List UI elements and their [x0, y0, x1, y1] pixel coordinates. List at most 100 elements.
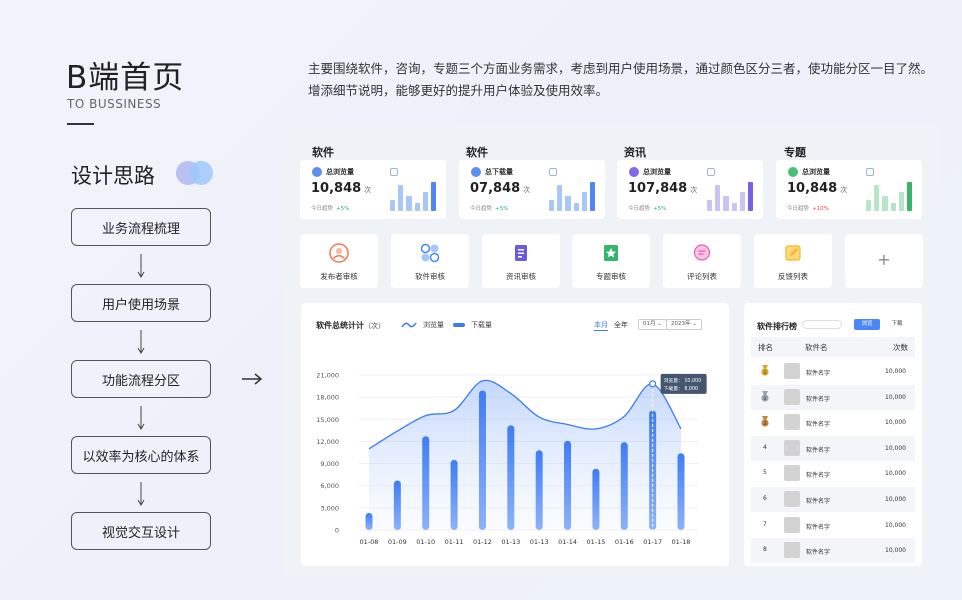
app-thumbnail [784, 491, 800, 507]
chart-icon [390, 168, 398, 176]
tile-feedback-list[interactable]: 反馈列表 [754, 234, 832, 288]
mini-bar [739, 192, 745, 211]
eye-icon [788, 167, 798, 177]
app-name: 软件名字 [806, 472, 831, 480]
tile-news-review[interactable]: 资讯审核 [482, 234, 560, 288]
table-row[interactable]: 3 软件名字 10,000 [751, 410, 915, 435]
page-title: B端首页 [66, 60, 185, 96]
mini-bar [906, 181, 913, 211]
y-tick-label: 9,000 [320, 460, 339, 468]
mini-bar-chart [549, 180, 596, 211]
mini-bar [866, 200, 872, 211]
search-input[interactable] [802, 320, 842, 329]
svg-text:3: 3 [764, 421, 767, 427]
table-row[interactable]: 4 软件名字 10,000 [751, 435, 915, 461]
tooltip-downloads: 下载量： 8,000 [664, 385, 698, 392]
tile-topic-review[interactable]: 专题审核 [572, 234, 650, 288]
medal-icon: 3 [761, 416, 769, 427]
x-tick-label: 01-13 [530, 538, 549, 546]
download-bar [393, 480, 401, 530]
category-label: 资讯 [624, 146, 646, 159]
app-count: 10,000 [885, 368, 906, 375]
tile-label: 反馈列表 [778, 272, 808, 281]
medal-icon: 1 [761, 365, 769, 376]
svg-text:2: 2 [764, 395, 767, 401]
app-thumbnail [784, 516, 800, 533]
mini-bar [390, 200, 396, 211]
mini-bar [882, 195, 888, 211]
ranking-title: 软件排行榜 [757, 322, 797, 331]
y-tick-label: 12,000 [316, 438, 339, 446]
y-tick-label: 6,000 [320, 482, 339, 490]
flow-step: 用户使用场景 [71, 284, 211, 322]
mini-bar [581, 192, 587, 211]
category-label: 软件 [312, 146, 334, 159]
tile-publisher-review[interactable]: 发布者审核 [300, 234, 378, 288]
app-thumbnail [784, 542, 800, 559]
mini-bar [573, 203, 579, 211]
mini-bar [565, 195, 571, 211]
app-count: 10,000 [885, 496, 906, 503]
x-tick-label: 01-09 [388, 538, 407, 546]
stat-value: 10,848 次 [787, 181, 848, 196]
app-count: 10,000 [885, 444, 906, 452]
mini-bar [874, 184, 880, 211]
app-name: 软件名字 [806, 395, 831, 403]
table-row[interactable]: 5 软件名字 10,000 [751, 461, 915, 486]
flow-step: 以效率为核心的体系 [71, 436, 211, 474]
rank-number: 7 [763, 520, 767, 528]
toggle-views-button[interactable]: 浏览 [854, 319, 880, 330]
app-name: 软件名字 [806, 421, 831, 429]
table-row[interactable]: 1 软件名字 10,000 [751, 359, 915, 384]
stat-card[interactable]: 总下载量 07,848 次 今日趋势 +5% [459, 160, 605, 219]
mini-bar-chart [390, 180, 437, 211]
mini-bar-chart [707, 180, 754, 211]
page-subtitle: TO BUSSINESS [67, 97, 162, 111]
x-tick-label: 01-13 [501, 538, 520, 546]
app-name: 软件名字 [806, 549, 831, 557]
app-thumbnail [784, 439, 800, 456]
stat-label: 总浏览量 [326, 168, 354, 176]
download-bar [592, 468, 600, 530]
app-name: 软件名字 [806, 498, 831, 505]
x-tick-label: 01-12 [473, 538, 492, 546]
user-icon [329, 243, 349, 263]
mini-bar [414, 203, 420, 211]
flow-step: 业务流程梳理 [71, 208, 211, 246]
mini-bar [430, 181, 437, 211]
stat-card[interactable]: 总浏览量 107,848 次 今日趋势 +5% [617, 160, 763, 219]
table-row[interactable]: 8 软件名字 10,000 [751, 538, 915, 564]
stat-value: 07,848 次 [470, 181, 531, 196]
tooltip-views: 浏览量： 10,000 [664, 377, 702, 384]
stat-card[interactable]: 总浏览量 10,848 次 今日趋势 +10% [776, 160, 922, 219]
app-count: 10,000 [885, 419, 906, 427]
add-tile-button[interactable]: + [845, 234, 923, 288]
table-row[interactable]: 2 软件名字 10,000 [751, 384, 915, 410]
tile-label: 软件审核 [415, 272, 445, 281]
mini-bar [747, 181, 754, 211]
mini-bar [890, 203, 896, 211]
download-bar [677, 453, 685, 530]
chart-plot: 0 3,000 6,000 9,000 12,000 15,000 18,000 21,000… [316, 372, 707, 546]
stat-trend: 今日趋势 +5% [470, 206, 509, 212]
table-row[interactable]: 7 软件名字 10,000 [751, 513, 915, 538]
col-name: 软件名 [805, 343, 828, 352]
y-tick-label: 21,000 [316, 372, 339, 380]
y-tick-label: 0 [335, 527, 339, 535]
app-count: 10,000 [885, 547, 906, 555]
mini-bar [422, 192, 428, 211]
intro-text: 主要围绕软件，咨询，专题三个方面业务需求，考虑到用户使用场景，通过颜色区分三者，… [308, 61, 934, 98]
mini-bar [723, 195, 729, 211]
table-row[interactable]: 6 软件名字 10,000 [751, 487, 915, 512]
col-count: 次数 [893, 343, 908, 352]
toggle-downloads-button[interactable]: 下载 [884, 319, 910, 330]
tile-label: 发布者审核 [320, 272, 358, 281]
ranking-card: 软件排行榜 浏览 下载 排名 软件名 次数 1 软件名字 10,000 2 软件名字 10… [744, 303, 922, 566]
tile-software-review[interactable]: 软件审核 [391, 234, 469, 288]
ranking-header: 排名 软件名 次数 [751, 337, 915, 357]
tile-comment-list[interactable]: 评论列表 [663, 234, 741, 288]
app-thumbnail [784, 363, 800, 379]
x-tick-label: 01-16 [615, 538, 634, 546]
title-divider [67, 123, 94, 125]
stat-card[interactable]: 总浏览量 10,848 次 今日趋势 +5% [300, 160, 446, 219]
